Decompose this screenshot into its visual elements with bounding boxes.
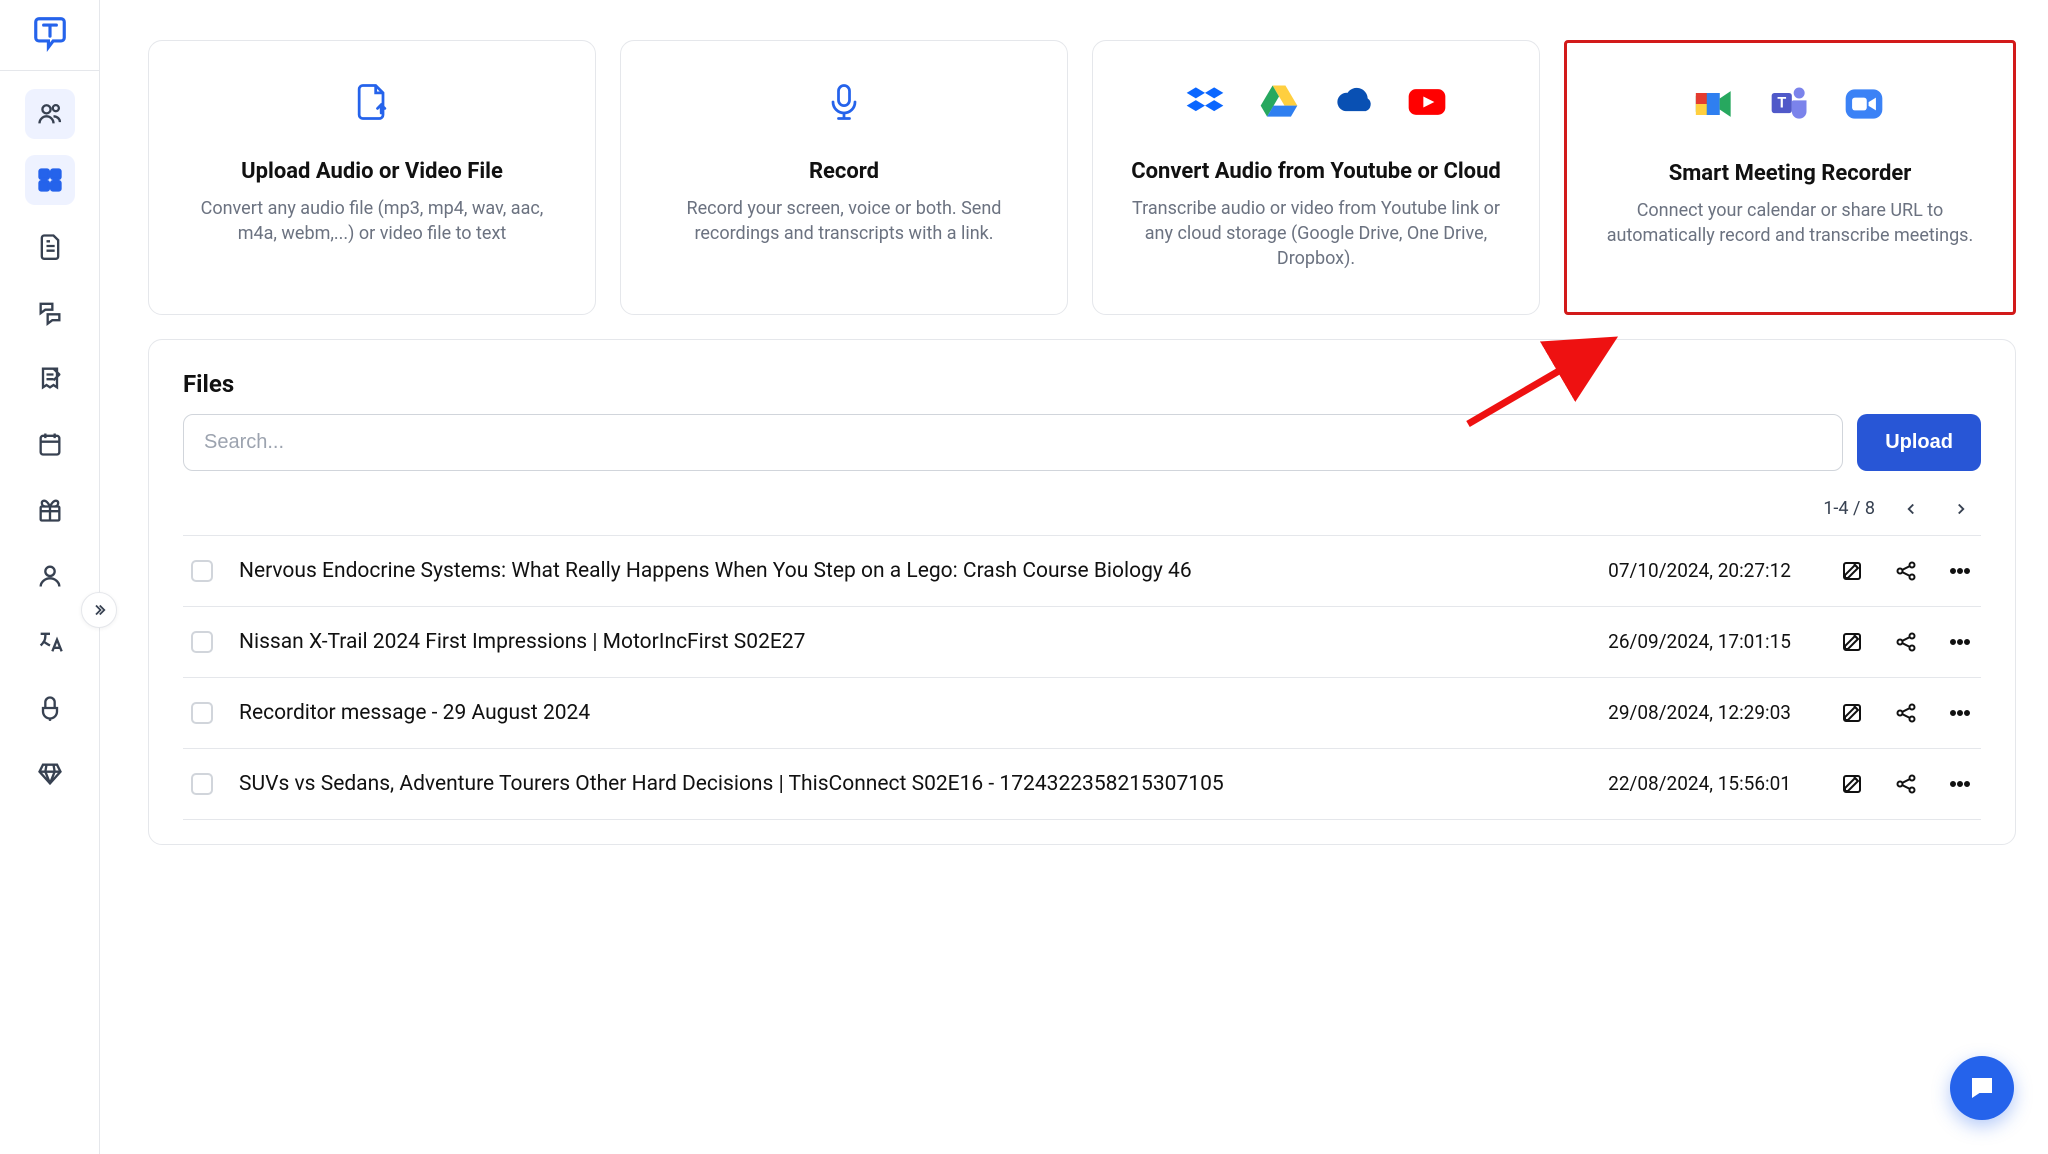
nav-integrations[interactable]	[25, 683, 75, 733]
nav-documents[interactable]	[25, 221, 75, 271]
pagination: 1-4 / 8	[183, 487, 1981, 535]
nav-notes[interactable]	[25, 353, 75, 403]
file-date: 29/08/2024, 12:29:03	[1581, 701, 1791, 724]
dropbox-icon	[1182, 79, 1228, 125]
more-icon[interactable]	[1947, 771, 1973, 797]
table-row: Nervous Endocrine Systems: What Really H…	[183, 535, 1981, 606]
card-smart-meeting-recorder[interactable]: T Smart Meeting Recorder Connect your ca…	[1564, 40, 2016, 315]
share-icon[interactable]	[1893, 558, 1919, 584]
microphone-icon	[821, 79, 867, 125]
row-checkbox[interactable]	[191, 773, 213, 795]
main-content: Upload Audio or Video File Convert any a…	[100, 0, 2048, 1154]
next-page-button[interactable]	[1947, 495, 1975, 523]
card-cloud-convert[interactable]: Convert Audio from Youtube or Cloud Tran…	[1092, 40, 1540, 315]
app-logo[interactable]	[29, 12, 71, 54]
file-title[interactable]: Nissan X-Trail 2024 First Impressions | …	[239, 630, 1555, 654]
row-checkbox[interactable]	[191, 560, 213, 582]
row-actions	[1839, 700, 1973, 726]
document-upload-icon	[349, 79, 395, 125]
upload-button[interactable]: Upload	[1857, 414, 1981, 471]
table-row: Recorditor message - 29 August 2024 29/08…	[183, 677, 1981, 748]
youtube-icon	[1404, 79, 1450, 125]
card-description: Connect your calendar or share URL to au…	[1600, 198, 1980, 248]
nav-gift[interactable]	[25, 485, 75, 535]
share-icon[interactable]	[1893, 700, 1919, 726]
microsoft-teams-icon: T	[1767, 81, 1813, 127]
google-meet-icon	[1693, 81, 1739, 127]
share-icon[interactable]	[1893, 629, 1919, 655]
files-panel: Files Upload 1-4 / 8 Nervous Endocrine S…	[148, 339, 2016, 845]
card-title: Convert Audio from Youtube or Cloud	[1131, 159, 1501, 184]
pagination-range: 1-4 / 8	[1823, 498, 1875, 519]
nav-premium[interactable]	[25, 749, 75, 799]
edit-icon[interactable]	[1839, 629, 1865, 655]
share-icon[interactable]	[1893, 771, 1919, 797]
nav-users[interactable]	[25, 89, 75, 139]
nav-dashboard[interactable]	[25, 155, 75, 205]
row-checkbox[interactable]	[191, 702, 213, 724]
file-title[interactable]: Recorditor message - 29 August 2024	[239, 701, 1555, 725]
table-row: SUVs vs Sedans, Adventure Tourers Other …	[183, 748, 1981, 820]
search-input[interactable]	[183, 414, 1843, 471]
nav-transcripts[interactable]	[25, 287, 75, 337]
card-title: Smart Meeting Recorder	[1669, 161, 1912, 186]
zoom-icon	[1841, 81, 1887, 127]
divider	[0, 70, 99, 71]
google-drive-icon	[1256, 79, 1302, 125]
more-icon[interactable]	[1947, 700, 1973, 726]
edit-icon[interactable]	[1839, 558, 1865, 584]
onedrive-icon	[1330, 79, 1376, 125]
card-upload-file[interactable]: Upload Audio or Video File Convert any a…	[148, 40, 596, 315]
card-title: Upload Audio or Video File	[241, 159, 503, 184]
more-icon[interactable]	[1947, 629, 1973, 655]
nav-calendar[interactable]	[25, 419, 75, 469]
prev-page-button[interactable]	[1897, 495, 1925, 523]
edit-icon[interactable]	[1839, 700, 1865, 726]
sidebar	[0, 0, 100, 1154]
file-title[interactable]: Nervous Endocrine Systems: What Really H…	[239, 559, 1555, 583]
row-actions	[1839, 558, 1973, 584]
files-heading: Files	[183, 370, 1981, 398]
nav-account[interactable]	[25, 551, 75, 601]
chat-fab[interactable]	[1950, 1056, 2014, 1120]
card-description: Convert any audio file (mp3, mp4, wav, a…	[182, 196, 562, 246]
file-date: 07/10/2024, 20:27:12	[1581, 559, 1791, 582]
card-description: Transcribe audio or video from Youtube l…	[1126, 196, 1506, 272]
file-date: 22/08/2024, 15:56:01	[1581, 772, 1791, 795]
feature-cards-row: Upload Audio or Video File Convert any a…	[148, 40, 2016, 315]
more-icon[interactable]	[1947, 558, 1973, 584]
edit-icon[interactable]	[1839, 771, 1865, 797]
file-title[interactable]: SUVs vs Sedans, Adventure Tourers Other …	[239, 772, 1555, 796]
file-date: 26/09/2024, 17:01:15	[1581, 630, 1791, 653]
file-list: Nervous Endocrine Systems: What Really H…	[183, 535, 1981, 820]
card-record[interactable]: Record Record your screen, voice or both…	[620, 40, 1068, 315]
card-description: Record your screen, voice or both. Send …	[654, 196, 1034, 246]
svg-text:T: T	[1777, 94, 1786, 112]
row-actions	[1839, 629, 1973, 655]
nav-translate[interactable]	[25, 617, 75, 667]
row-actions	[1839, 771, 1973, 797]
row-checkbox[interactable]	[191, 631, 213, 653]
table-row: Nissan X-Trail 2024 First Impressions | …	[183, 606, 1981, 677]
card-title: Record	[809, 159, 879, 184]
